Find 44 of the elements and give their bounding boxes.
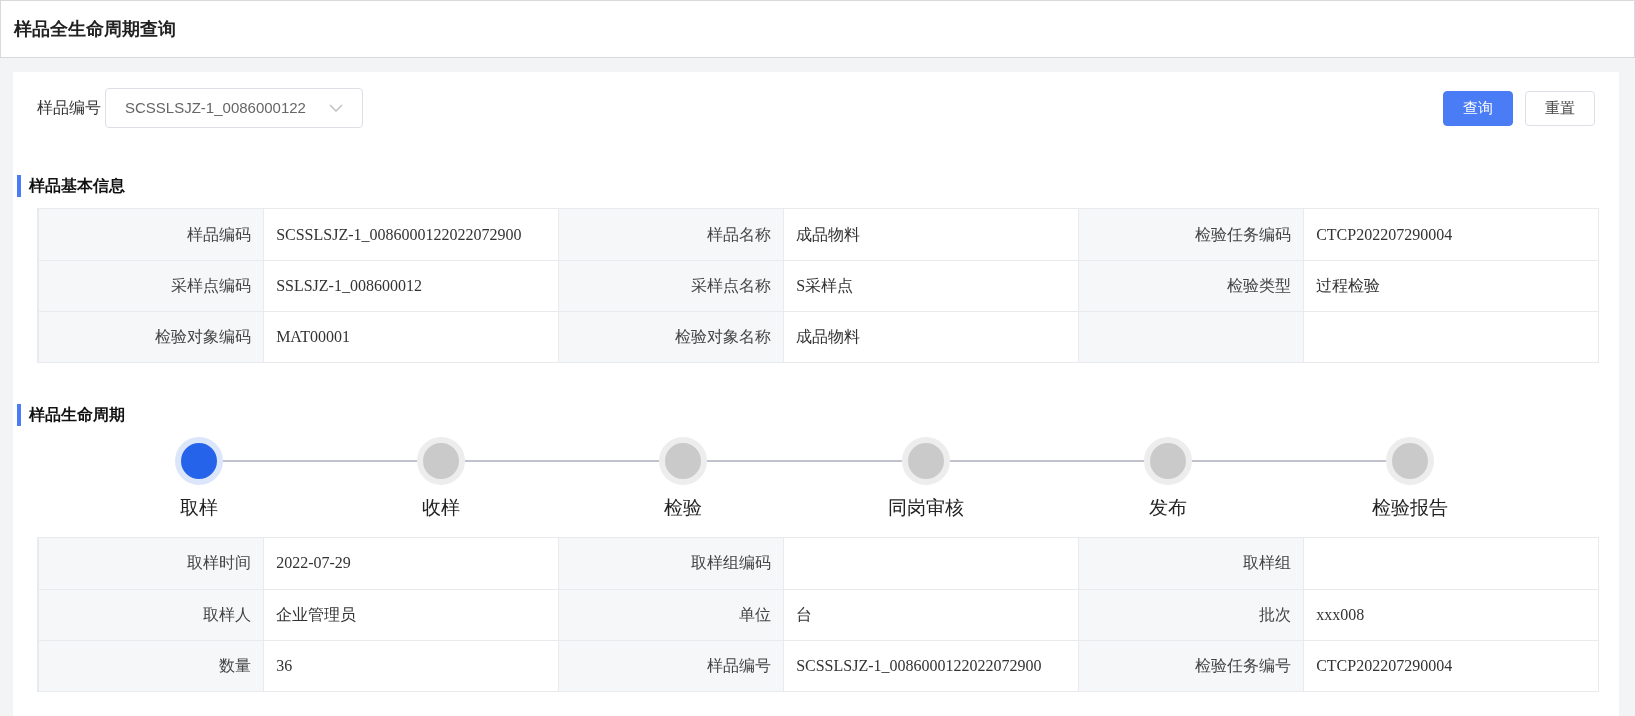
label-cell: 取样组编码: [558, 537, 784, 589]
value-cell: 过程检验: [1303, 260, 1598, 311]
step-label: 取样: [180, 496, 218, 520]
section-marker: [17, 404, 21, 426]
label-cell: 取样人: [38, 588, 264, 640]
value-cell: 企业管理员: [263, 588, 558, 640]
chevron-down-icon: [329, 104, 343, 112]
filter-label: 样品编号: [37, 98, 101, 118]
label-cell: 样品编号: [558, 639, 784, 691]
label-cell: 数量: [38, 639, 264, 691]
reset-button[interactable]: 重置: [1525, 90, 1595, 126]
page-title: 样品全生命周期查询: [14, 17, 176, 41]
value-cell: xxx008: [1303, 588, 1598, 640]
label-cell: 批次: [1078, 588, 1304, 640]
value-cell: MAT00001: [263, 311, 558, 362]
step-label: 同岗审核: [887, 496, 964, 520]
value-cell: S采样点: [783, 260, 1078, 311]
value-cell: 台: [783, 588, 1078, 640]
sample-select[interactable]: SCSSLSJZ-1_0086000122: [105, 88, 363, 128]
label-cell: 采样点编码: [38, 260, 264, 311]
label-cell: 检验对象编码: [38, 311, 264, 362]
step-label: 发布: [1148, 496, 1187, 520]
label-cell: 取样组: [1078, 537, 1304, 589]
label-cell: 检验任务编码: [1078, 209, 1304, 260]
value-cell: SSLSJZ-1_008600012: [263, 260, 558, 311]
label-cell: 检验任务编号: [1078, 639, 1304, 691]
value-cell: 成品物料: [783, 311, 1078, 362]
step-label: 收样: [422, 496, 461, 520]
label-cell: 采样点名称: [558, 260, 784, 311]
section-marker: [17, 175, 21, 197]
value-cell: SCSSLSJZ-1_0086000122022072900: [783, 639, 1078, 691]
section-title: 样品基本信息: [29, 176, 125, 196]
label-cell: 样品名称: [558, 209, 784, 260]
query-button[interactable]: 查询: [1443, 90, 1513, 126]
label-cell: 取样时间: [38, 537, 264, 589]
label-cell: 样品编码: [38, 209, 264, 260]
step-label: 检验报告: [1372, 496, 1448, 520]
section-title: 样品生命周期: [29, 405, 125, 425]
label-cell: 单位: [558, 588, 784, 640]
step-label: 检验: [664, 496, 703, 520]
label-cell: 检验对象名称: [558, 311, 784, 362]
value-cell: 36: [263, 639, 558, 691]
value-cell: CTCP202207290004: [1303, 639, 1598, 691]
label-cell: 检验类型: [1078, 260, 1304, 311]
